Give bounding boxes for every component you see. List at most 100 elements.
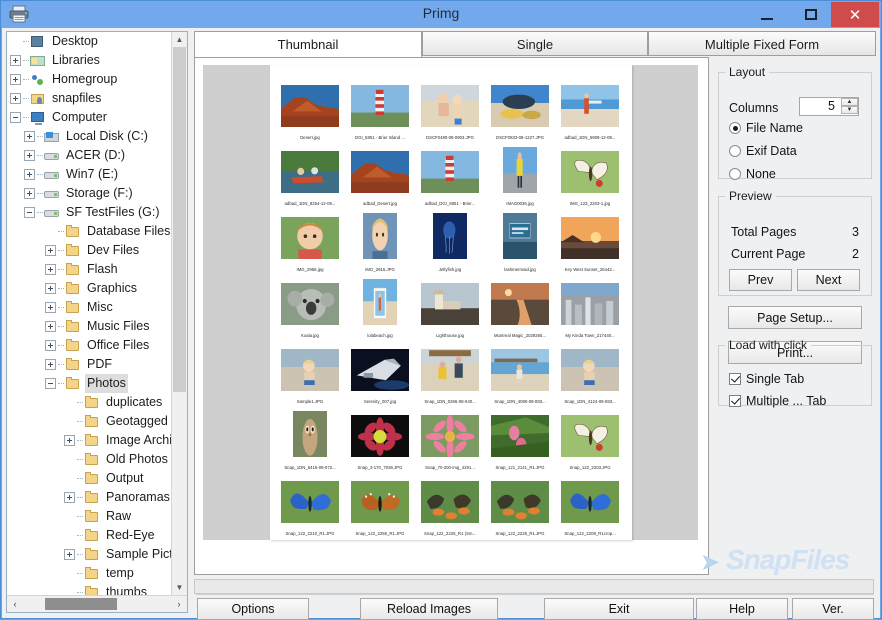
thumbnail-image[interactable] xyxy=(276,401,344,457)
tree-item-acer-d[interactable]: ACER (D:) xyxy=(7,146,173,165)
columns-stepper[interactable]: 5 ▲ ▼ xyxy=(799,97,859,116)
radio-none-icon[interactable] xyxy=(729,168,741,180)
radio-exif-data-icon[interactable] xyxy=(729,145,741,157)
thumbnail-image[interactable] xyxy=(416,467,484,523)
tree-expander-minus-icon[interactable] xyxy=(24,207,35,218)
tree-item-output[interactable]: Output xyxy=(7,469,173,488)
thumbnail-item[interactable]: Snap_1DN_6416-08-072... xyxy=(276,401,344,473)
thumbnail-image[interactable] xyxy=(486,203,554,259)
checkbox-multiple-tab-icon[interactable] xyxy=(729,395,741,407)
thumbnail-image[interactable] xyxy=(556,137,624,193)
tree-expander-minus-icon[interactable] xyxy=(45,378,56,389)
thumbnail-image[interactable] xyxy=(276,269,344,325)
thumbnail-item[interactable]: lashmermaid.jpg xyxy=(486,203,554,275)
version-button[interactable]: Ver. xyxy=(792,598,874,620)
thumbnail-item[interactable]: IMG_2915.JPG xyxy=(346,203,414,275)
thumbnail-item[interactable]: Muntreal Magic_2029265... xyxy=(486,269,554,341)
thumbnail-image[interactable] xyxy=(556,71,624,127)
thumbnail-image[interactable] xyxy=(486,71,554,127)
columns-increment-icon[interactable]: ▲ xyxy=(841,98,858,106)
tree-item-red-eye[interactable]: Red-Eye xyxy=(7,526,173,545)
tree-expander-plus-icon[interactable] xyxy=(64,492,75,503)
thumbnail-image[interactable] xyxy=(486,269,554,325)
reload-images-button[interactable]: Reload Images xyxy=(360,598,498,620)
thumbnail-image[interactable] xyxy=(556,401,624,457)
thumbnail-image[interactable] xyxy=(346,269,414,325)
preview-horizontal-scrollbar[interactable] xyxy=(194,579,874,594)
tree-item-old-photos[interactable]: Old Photos xyxy=(7,450,173,469)
tree-expander-plus-icon[interactable] xyxy=(24,188,35,199)
thumbnail-item[interactable]: adbad_Desert.jpg xyxy=(346,137,414,209)
thumbnail-item[interactable]: Sample1.JPG xyxy=(276,335,344,407)
tree-expander-plus-icon[interactable] xyxy=(45,340,56,351)
radio-file-name[interactable]: File Name xyxy=(729,121,803,135)
thumbnail-image[interactable] xyxy=(346,467,414,523)
thumbnail-item[interactable]: adbad_1DN_5909-12-08... xyxy=(556,71,624,143)
thumbnail-image[interactable] xyxy=(416,203,484,259)
tree-item-duplicates[interactable]: duplicates xyxy=(7,393,173,412)
page-setup-button[interactable]: Page Setup... xyxy=(728,306,862,329)
tree-expander-plus-icon[interactable] xyxy=(24,169,35,180)
tree-item-image-archiv[interactable]: Image Archiv xyxy=(7,431,173,450)
thumbnail-image[interactable] xyxy=(556,335,624,391)
thumbnail-item[interactable]: Snap_122_2225_R1 (Sm... xyxy=(416,467,484,539)
thumbnail-item[interactable]: DSCF0480-08-0903.JPG xyxy=(416,71,484,143)
thumbnail-image[interactable] xyxy=(486,401,554,457)
tree-expander-plus-icon[interactable] xyxy=(45,245,56,256)
tree-vertical-scrollbar[interactable]: ▲ ▼ xyxy=(171,32,187,595)
thumbnail-item[interactable]: Key West Sunset_26442... xyxy=(556,203,624,275)
thumbnail-image[interactable] xyxy=(416,335,484,391)
tab-multiple-fixed-form[interactable]: Multiple Fixed Form xyxy=(648,31,876,56)
thumbnail-image[interactable] xyxy=(486,335,554,391)
thumbnail-image[interactable] xyxy=(346,71,414,127)
thumbnail-image[interactable] xyxy=(416,137,484,193)
tree-item-libraries[interactable]: Libraries xyxy=(7,51,173,70)
checkbox-single-tab-icon[interactable] xyxy=(729,373,741,385)
options-button[interactable]: Options xyxy=(197,598,309,620)
thumbnail-image[interactable] xyxy=(486,467,554,523)
thumbnail-image[interactable] xyxy=(346,401,414,457)
tree-item-temp[interactable]: temp xyxy=(7,564,173,583)
thumbnail-item[interactable]: Snap_122_2210_R1.JPG xyxy=(276,467,344,539)
tree-item-raw[interactable]: Raw xyxy=(7,507,173,526)
tree-expander-plus-icon[interactable] xyxy=(45,302,56,313)
tree-expander-plus-icon[interactable] xyxy=(10,93,21,104)
tree-item-office-files[interactable]: Office Files xyxy=(7,336,173,355)
scroll-up-icon[interactable]: ▲ xyxy=(172,32,187,47)
thumbnail-image[interactable] xyxy=(276,335,344,391)
thumbnail-item[interactable]: IMAG0036.jpg xyxy=(486,137,554,209)
thumbnail-image[interactable] xyxy=(416,71,484,127)
thumbnail-image[interactable] xyxy=(276,203,344,259)
thumbnail-image[interactable] xyxy=(416,401,484,457)
thumbnail-image[interactable] xyxy=(556,467,624,523)
thumbnail-item[interactable]: Desert.jpg xyxy=(276,71,344,143)
thumbnail-item[interactable]: Snap_1DN_4090-08-083... xyxy=(486,335,554,407)
thumbnail-image[interactable] xyxy=(556,203,624,259)
thumbnail-image[interactable] xyxy=(486,137,554,193)
thumbnail-item[interactable]: My Kinda Town_217440... xyxy=(556,269,624,341)
thumbnail-image[interactable] xyxy=(346,137,414,193)
thumbnail-item[interactable]: adbad_DGI_5851 - Brier... xyxy=(416,137,484,209)
minimize-button[interactable] xyxy=(745,2,789,27)
tree-item-homegroup[interactable]: Homegroup xyxy=(7,70,173,89)
tree-item-geotagged[interactable]: Geotagged xyxy=(7,412,173,431)
thumbnail-image[interactable] xyxy=(346,335,414,391)
tree-item-panoramas[interactable]: Panoramas xyxy=(7,488,173,507)
thumbnail-item[interactable]: Snap_122_2225_R1.JPG xyxy=(486,467,554,539)
thumbnail-item[interactable]: Snap_1DN_4124-08-083... xyxy=(556,335,624,407)
thumbnail-item[interactable]: adbad_1DN_8254-12-09... xyxy=(276,137,344,209)
thumbnail-item[interactable]: DSCF0833-08-1227.JPG xyxy=(486,71,554,143)
thumbnail-item[interactable]: Snap_70-200-img_4291... xyxy=(416,401,484,473)
tree-expander-plus-icon[interactable] xyxy=(24,150,35,161)
thumbnail-item[interactable]: Snap_122_2209_R1crop... xyxy=(556,467,624,539)
thumbnail-image[interactable] xyxy=(346,203,414,259)
radio-none[interactable]: None xyxy=(729,167,776,181)
tree-item-sample-pictu[interactable]: Sample Pictu xyxy=(7,545,173,564)
next-page-button[interactable]: Next xyxy=(797,269,860,291)
tab-single[interactable]: Single xyxy=(422,31,648,56)
tree-item-music-files[interactable]: Music Files xyxy=(7,317,173,336)
thumbnail-item[interactable]: Snap_3-170_7036.JPG xyxy=(346,401,414,473)
tree-expander-plus-icon[interactable] xyxy=(45,264,56,275)
tree-expander-plus-icon[interactable] xyxy=(24,131,35,142)
tree-expander-plus-icon[interactable] xyxy=(64,435,75,446)
